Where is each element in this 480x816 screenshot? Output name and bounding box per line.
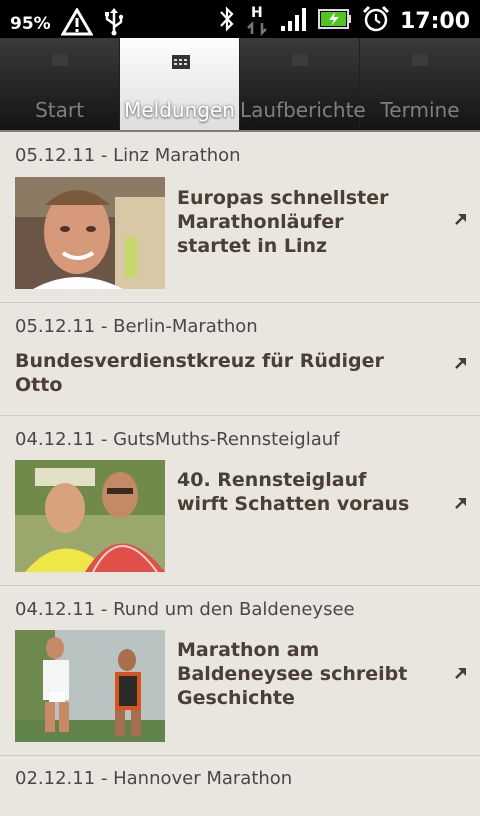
news-title: Europas schnellster Marathonläufer start… <box>177 187 389 257</box>
signal-icon <box>280 6 308 36</box>
tab-laufberichte[interactable]: Laufberichte <box>240 38 366 130</box>
external-link-arrow-icon <box>454 495 468 509</box>
news-item[interactable]: 04.12.11 - Rund um den Baldeneysee Marat… <box>0 586 480 756</box>
news-date: 05.12.11 - Berlin-Marathon <box>15 316 258 337</box>
tab-label: Meldungen <box>124 98 235 122</box>
news-item[interactable]: 05.12.11 - Linz Marathon Europas schnell… <box>0 132 480 303</box>
bluetooth-icon <box>218 4 236 38</box>
external-link-arrow-icon <box>454 211 468 225</box>
news-title: 40. Rennsteiglauf wirft Schatten voraus <box>177 469 410 515</box>
hsdpa-icon: H <box>246 5 270 36</box>
news-date: 02.12.11 - Hannover Marathon <box>15 768 293 789</box>
battery-percent: 95% <box>10 14 51 34</box>
alarm-icon <box>362 5 390 37</box>
news-title: Bundesverdienstkreuz für Rüdiger Otto <box>15 350 384 396</box>
news-list: 05.12.11 - Linz Marathon Europas schnell… <box>0 132 480 816</box>
external-link-arrow-icon <box>454 355 468 369</box>
tab-termine-icon <box>412 54 428 66</box>
news-item[interactable]: 02.12.11 - Hannover Marathon <box>0 756 480 816</box>
news-thumbnail <box>15 177 165 289</box>
status-time: 17:00 <box>399 8 470 34</box>
tab-start[interactable]: Start <box>0 38 120 130</box>
tab-label: Start <box>35 98 84 122</box>
news-date: 05.12.11 - Linz Marathon <box>15 145 241 166</box>
news-thumbnail <box>15 630 165 742</box>
tab-label: Termine <box>380 98 460 122</box>
news-date: 04.12.11 - Rund um den Baldeneysee <box>15 599 355 620</box>
warning-icon <box>60 7 94 40</box>
news-date: 04.12.11 - GutsMuths-Rennsteiglauf <box>15 429 340 450</box>
usb-icon <box>103 8 125 40</box>
news-title: Marathon am Baldeneysee schreibt Geschic… <box>177 639 408 709</box>
news-thumbnail <box>15 460 165 572</box>
external-link-arrow-icon <box>454 665 468 679</box>
tab-laufberichte-icon <box>292 54 308 66</box>
tab-start-icon <box>52 54 68 66</box>
tab-bar: Start Meldungen Laufberichte Termine <box>0 38 480 132</box>
news-item[interactable]: 05.12.11 - Berlin-Marathon Bundesverdien… <box>0 303 480 416</box>
tab-meldungen[interactable]: Meldungen <box>120 38 240 130</box>
battery-charging-icon <box>317 8 352 34</box>
status-bar: 95% H 17:00 <box>0 0 480 38</box>
news-item[interactable]: 04.12.11 - GutsMuths-Rennsteiglauf 40. R… <box>0 416 480 586</box>
tab-termine[interactable]: Termine <box>360 38 480 130</box>
tab-label: Laufberichte <box>240 98 366 122</box>
calendar-icon <box>172 54 190 69</box>
